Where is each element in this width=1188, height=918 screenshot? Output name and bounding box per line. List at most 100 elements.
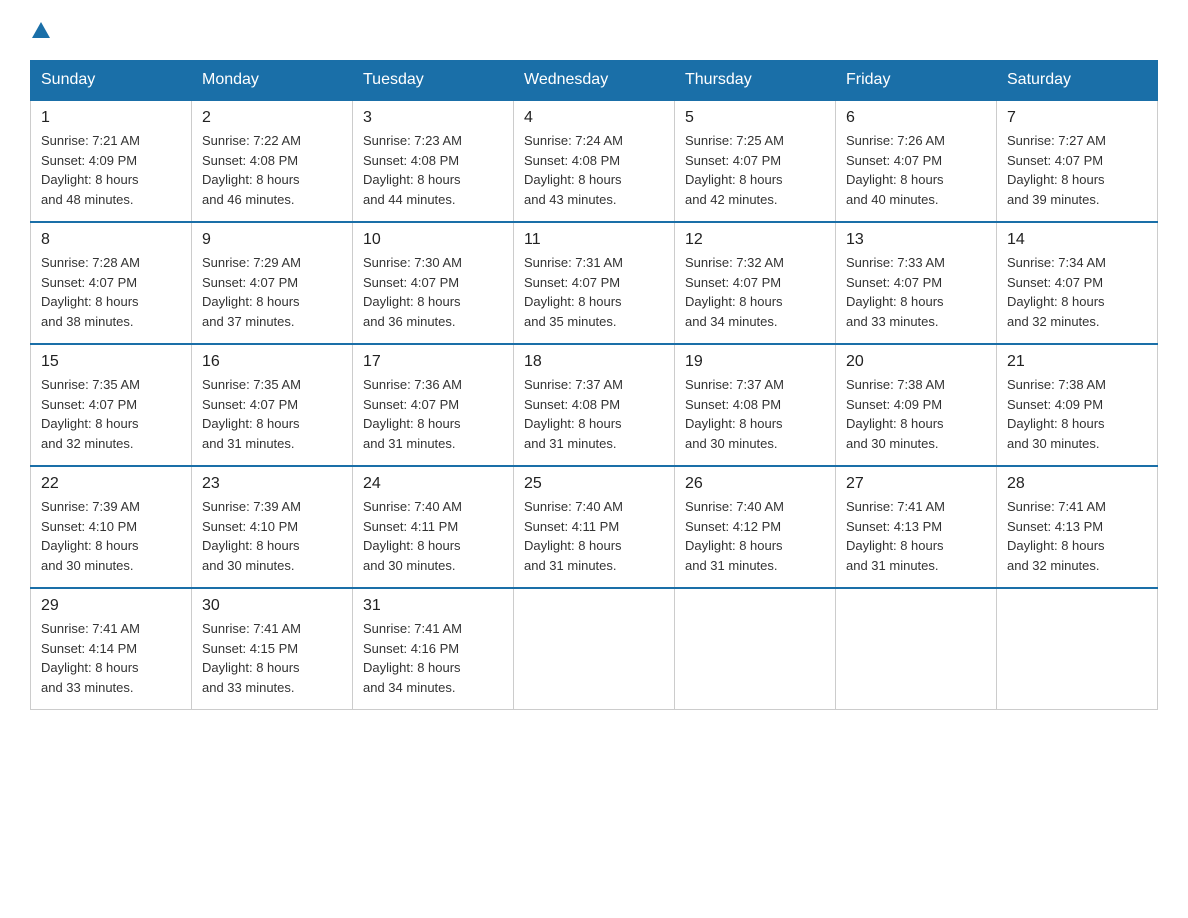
day-info: Sunrise: 7:39 AM Sunset: 4:10 PM Dayligh… [202, 497, 342, 575]
day-info: Sunrise: 7:28 AM Sunset: 4:07 PM Dayligh… [41, 253, 181, 331]
logo-triangle-icon [30, 20, 52, 42]
calendar-cell [514, 588, 675, 710]
calendar-cell: 1 Sunrise: 7:21 AM Sunset: 4:09 PM Dayli… [31, 100, 192, 222]
day-info: Sunrise: 7:30 AM Sunset: 4:07 PM Dayligh… [363, 253, 503, 331]
day-number: 11 [524, 231, 664, 249]
day-number: 16 [202, 353, 342, 371]
day-info: Sunrise: 7:40 AM Sunset: 4:11 PM Dayligh… [363, 497, 503, 575]
day-info: Sunrise: 7:36 AM Sunset: 4:07 PM Dayligh… [363, 375, 503, 453]
day-info: Sunrise: 7:24 AM Sunset: 4:08 PM Dayligh… [524, 131, 664, 209]
day-info: Sunrise: 7:33 AM Sunset: 4:07 PM Dayligh… [846, 253, 986, 331]
day-number: 28 [1007, 475, 1147, 493]
calendar-cell: 29 Sunrise: 7:41 AM Sunset: 4:14 PM Dayl… [31, 588, 192, 710]
day-info: Sunrise: 7:35 AM Sunset: 4:07 PM Dayligh… [41, 375, 181, 453]
calendar-cell: 11 Sunrise: 7:31 AM Sunset: 4:07 PM Dayl… [514, 222, 675, 344]
day-info: Sunrise: 7:21 AM Sunset: 4:09 PM Dayligh… [41, 131, 181, 209]
calendar-cell: 18 Sunrise: 7:37 AM Sunset: 4:08 PM Dayl… [514, 344, 675, 466]
day-info: Sunrise: 7:37 AM Sunset: 4:08 PM Dayligh… [524, 375, 664, 453]
day-info: Sunrise: 7:38 AM Sunset: 4:09 PM Dayligh… [846, 375, 986, 453]
day-number: 6 [846, 109, 986, 127]
day-info: Sunrise: 7:27 AM Sunset: 4:07 PM Dayligh… [1007, 131, 1147, 209]
day-info: Sunrise: 7:39 AM Sunset: 4:10 PM Dayligh… [41, 497, 181, 575]
day-number: 21 [1007, 353, 1147, 371]
calendar-cell: 9 Sunrise: 7:29 AM Sunset: 4:07 PM Dayli… [192, 222, 353, 344]
calendar-cell: 31 Sunrise: 7:41 AM Sunset: 4:16 PM Dayl… [353, 588, 514, 710]
calendar-cell: 14 Sunrise: 7:34 AM Sunset: 4:07 PM Dayl… [997, 222, 1158, 344]
day-info: Sunrise: 7:34 AM Sunset: 4:07 PM Dayligh… [1007, 253, 1147, 331]
day-of-week-header-sunday: Sunday [31, 61, 192, 101]
day-info: Sunrise: 7:40 AM Sunset: 4:12 PM Dayligh… [685, 497, 825, 575]
day-number: 4 [524, 109, 664, 127]
day-number: 20 [846, 353, 986, 371]
calendar-cell: 8 Sunrise: 7:28 AM Sunset: 4:07 PM Dayli… [31, 222, 192, 344]
day-number: 25 [524, 475, 664, 493]
day-number: 10 [363, 231, 503, 249]
calendar-cell: 26 Sunrise: 7:40 AM Sunset: 4:12 PM Dayl… [675, 466, 836, 588]
calendar-cell: 2 Sunrise: 7:22 AM Sunset: 4:08 PM Dayli… [192, 100, 353, 222]
day-info: Sunrise: 7:25 AM Sunset: 4:07 PM Dayligh… [685, 131, 825, 209]
calendar-week-row: 15 Sunrise: 7:35 AM Sunset: 4:07 PM Dayl… [31, 344, 1158, 466]
day-number: 22 [41, 475, 181, 493]
day-number: 27 [846, 475, 986, 493]
calendar-table: SundayMondayTuesdayWednesdayThursdayFrid… [30, 60, 1158, 710]
calendar-week-row: 22 Sunrise: 7:39 AM Sunset: 4:10 PM Dayl… [31, 466, 1158, 588]
calendar-cell: 19 Sunrise: 7:37 AM Sunset: 4:08 PM Dayl… [675, 344, 836, 466]
day-of-week-header-saturday: Saturday [997, 61, 1158, 101]
calendar-cell: 13 Sunrise: 7:33 AM Sunset: 4:07 PM Dayl… [836, 222, 997, 344]
calendar-cell [675, 588, 836, 710]
logo [30, 20, 52, 40]
calendar-cell: 20 Sunrise: 7:38 AM Sunset: 4:09 PM Dayl… [836, 344, 997, 466]
day-number: 23 [202, 475, 342, 493]
calendar-cell: 17 Sunrise: 7:36 AM Sunset: 4:07 PM Dayl… [353, 344, 514, 466]
calendar-cell: 23 Sunrise: 7:39 AM Sunset: 4:10 PM Dayl… [192, 466, 353, 588]
day-number: 3 [363, 109, 503, 127]
day-info: Sunrise: 7:38 AM Sunset: 4:09 PM Dayligh… [1007, 375, 1147, 453]
calendar-week-row: 1 Sunrise: 7:21 AM Sunset: 4:09 PM Dayli… [31, 100, 1158, 222]
calendar-cell: 7 Sunrise: 7:27 AM Sunset: 4:07 PM Dayli… [997, 100, 1158, 222]
day-of-week-header-monday: Monday [192, 61, 353, 101]
day-number: 2 [202, 109, 342, 127]
day-info: Sunrise: 7:32 AM Sunset: 4:07 PM Dayligh… [685, 253, 825, 331]
day-of-week-header-tuesday: Tuesday [353, 61, 514, 101]
calendar-cell: 22 Sunrise: 7:39 AM Sunset: 4:10 PM Dayl… [31, 466, 192, 588]
calendar-cell: 4 Sunrise: 7:24 AM Sunset: 4:08 PM Dayli… [514, 100, 675, 222]
day-info: Sunrise: 7:31 AM Sunset: 4:07 PM Dayligh… [524, 253, 664, 331]
day-number: 17 [363, 353, 503, 371]
day-info: Sunrise: 7:41 AM Sunset: 4:13 PM Dayligh… [846, 497, 986, 575]
day-info: Sunrise: 7:41 AM Sunset: 4:15 PM Dayligh… [202, 619, 342, 697]
day-number: 9 [202, 231, 342, 249]
day-info: Sunrise: 7:26 AM Sunset: 4:07 PM Dayligh… [846, 131, 986, 209]
day-info: Sunrise: 7:41 AM Sunset: 4:13 PM Dayligh… [1007, 497, 1147, 575]
day-of-week-header-friday: Friday [836, 61, 997, 101]
day-number: 15 [41, 353, 181, 371]
day-number: 18 [524, 353, 664, 371]
day-of-week-header-wednesday: Wednesday [514, 61, 675, 101]
calendar-cell: 30 Sunrise: 7:41 AM Sunset: 4:15 PM Dayl… [192, 588, 353, 710]
day-of-week-header-thursday: Thursday [675, 61, 836, 101]
calendar-week-row: 8 Sunrise: 7:28 AM Sunset: 4:07 PM Dayli… [31, 222, 1158, 344]
calendar-cell: 28 Sunrise: 7:41 AM Sunset: 4:13 PM Dayl… [997, 466, 1158, 588]
calendar-cell: 27 Sunrise: 7:41 AM Sunset: 4:13 PM Dayl… [836, 466, 997, 588]
day-number: 29 [41, 597, 181, 615]
page-header [30, 20, 1158, 40]
day-info: Sunrise: 7:40 AM Sunset: 4:11 PM Dayligh… [524, 497, 664, 575]
calendar-week-row: 29 Sunrise: 7:41 AM Sunset: 4:14 PM Dayl… [31, 588, 1158, 710]
day-number: 13 [846, 231, 986, 249]
calendar-cell: 16 Sunrise: 7:35 AM Sunset: 4:07 PM Dayl… [192, 344, 353, 466]
calendar-cell [997, 588, 1158, 710]
day-number: 24 [363, 475, 503, 493]
day-number: 1 [41, 109, 181, 127]
day-number: 7 [1007, 109, 1147, 127]
day-number: 19 [685, 353, 825, 371]
day-number: 26 [685, 475, 825, 493]
calendar-cell: 10 Sunrise: 7:30 AM Sunset: 4:07 PM Dayl… [353, 222, 514, 344]
day-info: Sunrise: 7:41 AM Sunset: 4:14 PM Dayligh… [41, 619, 181, 697]
day-number: 8 [41, 231, 181, 249]
day-info: Sunrise: 7:35 AM Sunset: 4:07 PM Dayligh… [202, 375, 342, 453]
calendar-cell: 3 Sunrise: 7:23 AM Sunset: 4:08 PM Dayli… [353, 100, 514, 222]
calendar-header-row: SundayMondayTuesdayWednesdayThursdayFrid… [31, 61, 1158, 101]
day-info: Sunrise: 7:41 AM Sunset: 4:16 PM Dayligh… [363, 619, 503, 697]
day-info: Sunrise: 7:29 AM Sunset: 4:07 PM Dayligh… [202, 253, 342, 331]
calendar-cell: 21 Sunrise: 7:38 AM Sunset: 4:09 PM Dayl… [997, 344, 1158, 466]
day-number: 12 [685, 231, 825, 249]
